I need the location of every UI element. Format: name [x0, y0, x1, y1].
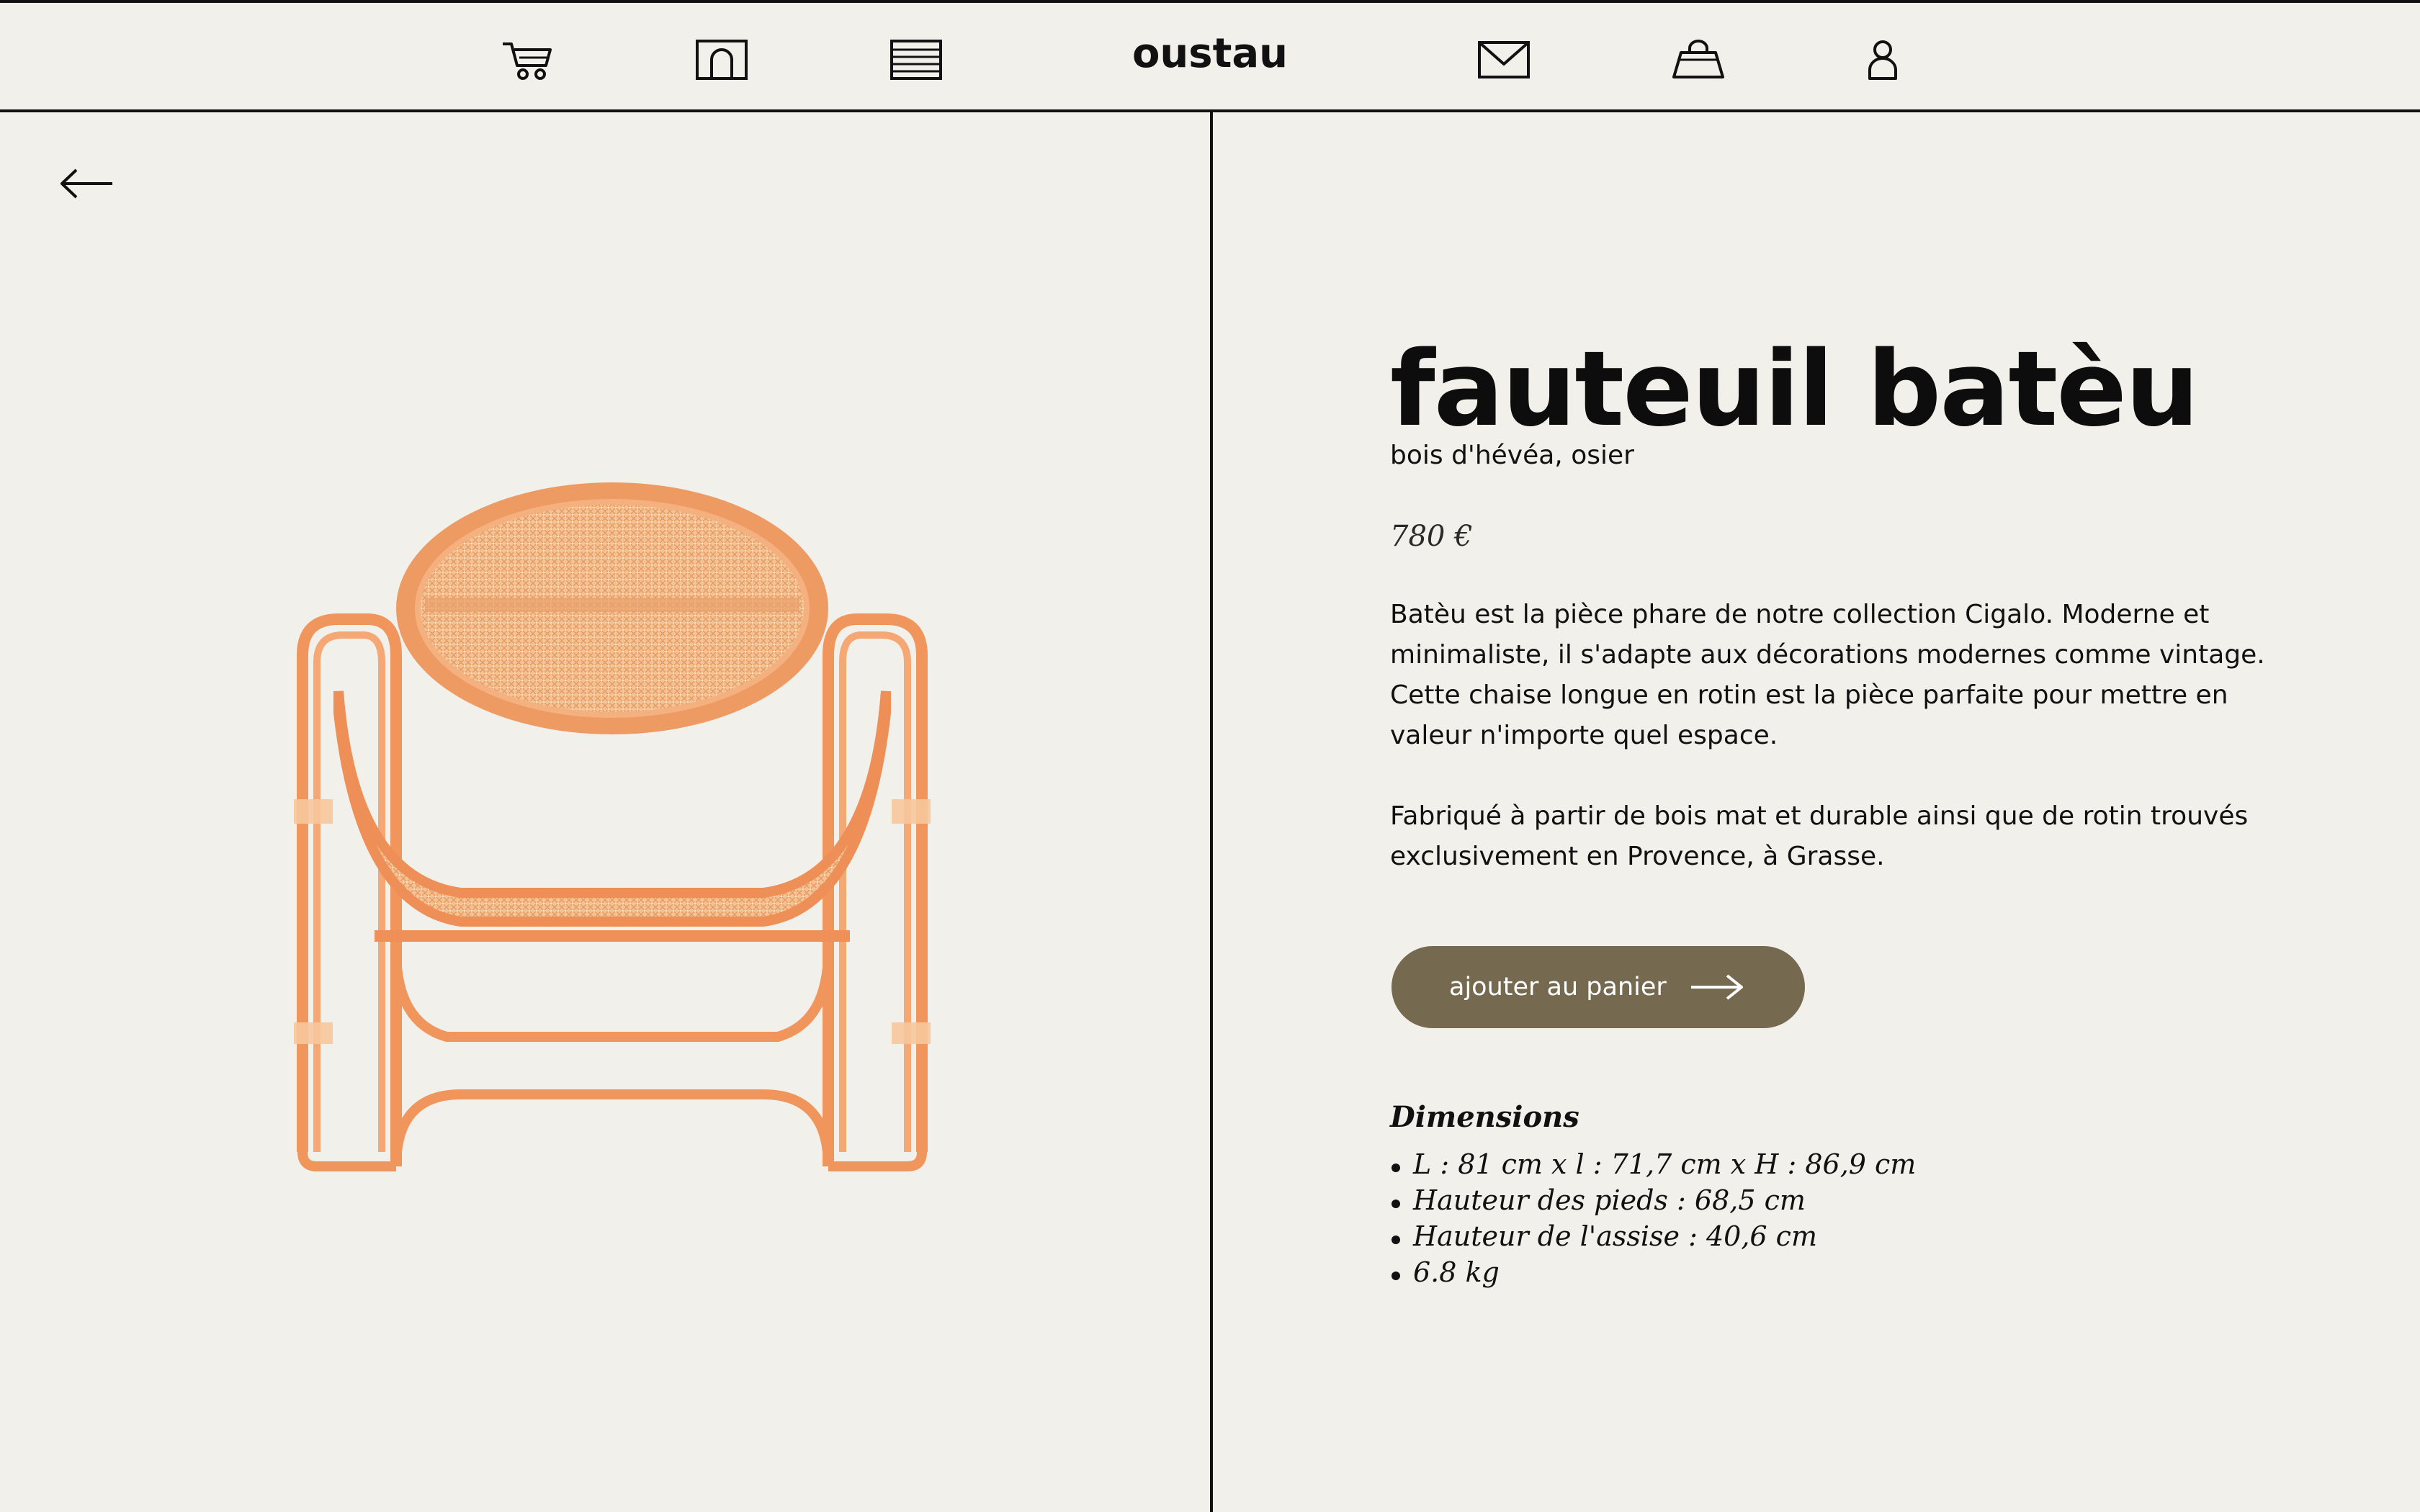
dimension-item: Hauteur des pieds : 68,5 cm	[1390, 1182, 1916, 1218]
description-paragraph: Batèu est la pièce phare de notre collec…	[1390, 600, 2265, 750]
arrow-left-icon	[60, 168, 112, 199]
mail-icon[interactable]	[1475, 35, 1533, 85]
vertical-divider	[1210, 112, 1213, 1512]
arch-icon[interactable]	[693, 35, 750, 85]
product-materials: bois d'hévéa, osier	[1390, 441, 1634, 470]
dimensions-list: L : 81 cm x l : 71,7 cm x H : 86,9 cm Ha…	[1390, 1146, 1916, 1290]
brand-logo[interactable]: oustau	[1080, 30, 1340, 77]
menu-lines-icon[interactable]	[887, 35, 945, 85]
dimension-item: Hauteur de l'assise : 40,6 cm	[1390, 1218, 1916, 1254]
product-description: Batèu est la pièce phare de notre collec…	[1390, 595, 2290, 917]
user-icon[interactable]	[1854, 35, 1912, 85]
back-arrow-button[interactable]	[58, 158, 122, 209]
description-paragraph: Fabriqué à partir de bois mat et durable…	[1390, 801, 2249, 871]
top-navigation-bar: oustau	[0, 0, 2420, 112]
shopping-bag-icon[interactable]	[1670, 35, 1727, 85]
dimensions-heading: Dimensions	[1390, 1100, 1579, 1134]
product-title: fauteuil batèu	[1390, 328, 2199, 449]
add-to-cart-button[interactable]: ajouter au panier	[1392, 946, 1805, 1028]
dimension-item: 6.8 kg	[1390, 1254, 1916, 1290]
product-price: 780 €	[1390, 520, 1473, 553]
add-to-cart-label: ajouter au panier	[1449, 973, 1667, 1002]
dimension-item: L : 81 cm x l : 71,7 cm x H : 86,9 cm	[1390, 1146, 1916, 1182]
product-image-armchair	[274, 475, 951, 1181]
arrow-right-icon	[1690, 974, 1743, 1000]
cart-icon[interactable]	[498, 35, 556, 85]
